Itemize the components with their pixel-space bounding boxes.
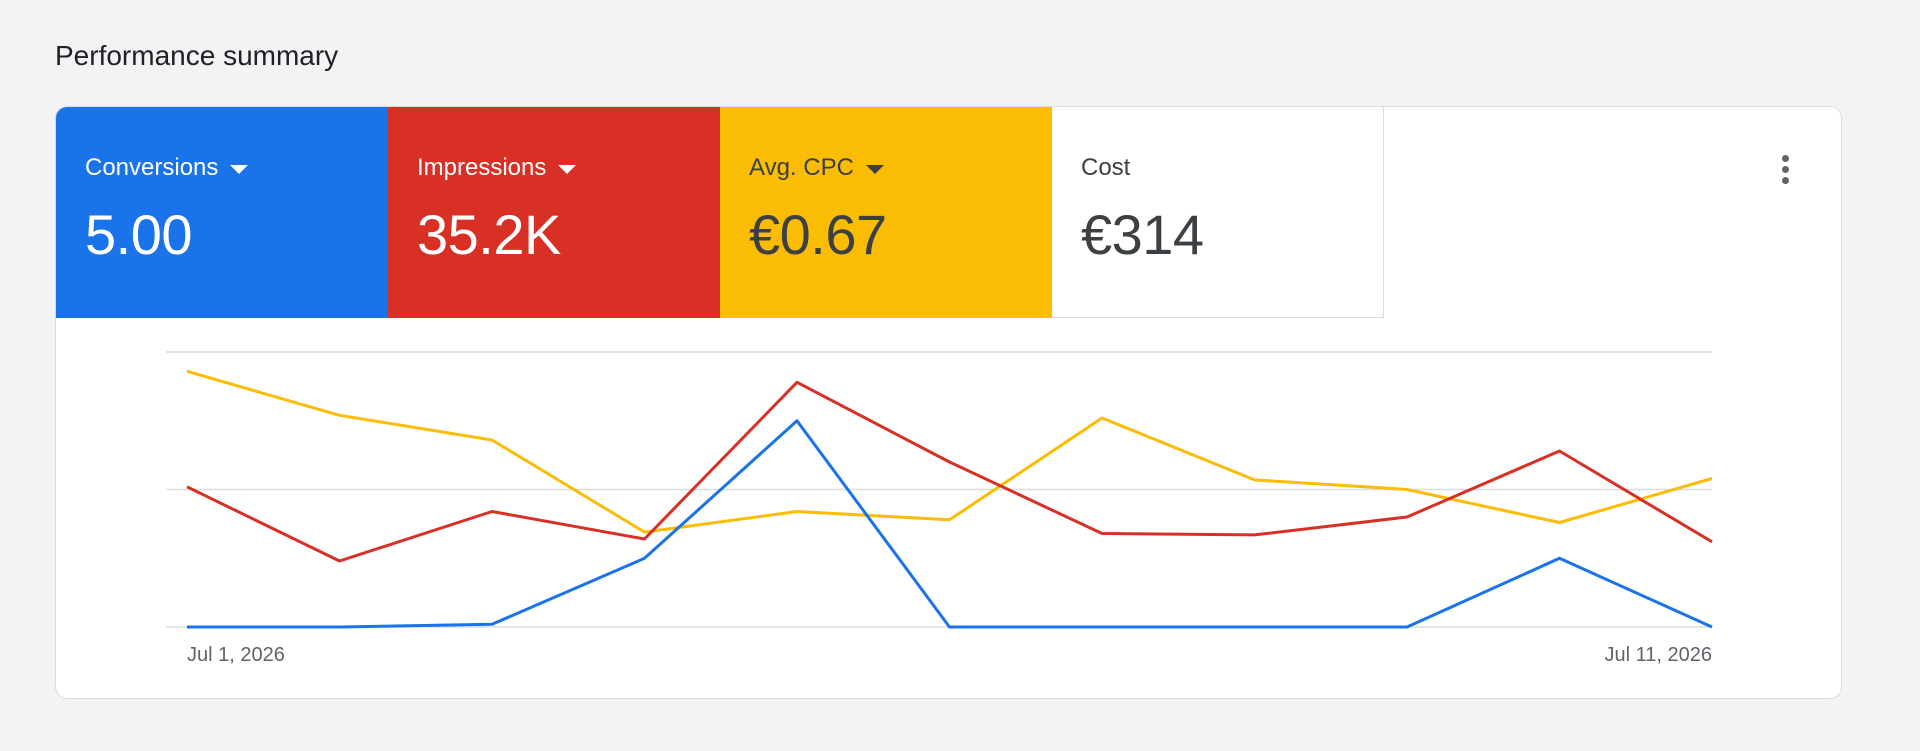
- metric-label-text: Conversions: [85, 154, 219, 181]
- metric-tile-impressions[interactable]: Impressions 35.2K: [388, 107, 720, 318]
- chart-grid: [166, 351, 1712, 628]
- metric-label-text: Cost: [1081, 154, 1131, 181]
- metric-tile-cost[interactable]: Cost €314: [1052, 107, 1384, 318]
- dropdown-arrow-icon[interactable]: [230, 164, 249, 174]
- more-options-button[interactable]: [1765, 149, 1805, 189]
- chart-x-axis: Jul 1, 2026 Jul 11, 2026: [187, 644, 1712, 666]
- series-line-avg-cpc[interactable]: [186, 369, 1713, 534]
- metric-label-text: Avg. CPC: [749, 154, 854, 181]
- series-line-conversions[interactable]: [187, 419, 1713, 629]
- page-title: Performance summary: [55, 40, 339, 71]
- more-vert-icon: [1781, 154, 1789, 162]
- metric-label: Cost: [1081, 153, 1383, 183]
- x-tick-label: Jul 1, 2026: [187, 644, 285, 666]
- chart-series: [186, 369, 1713, 629]
- metric-tiles: Conversions 5.00 Impressions 35.2K Avg. …: [56, 107, 1384, 318]
- metric-label: Avg. CPC: [749, 153, 1052, 183]
- metric-value: 35.2K: [417, 203, 561, 266]
- dropdown-arrow-icon[interactable]: [558, 164, 577, 174]
- metric-tile-avg-cpc[interactable]: Avg. CPC €0.67: [720, 107, 1052, 318]
- metric-value: €0.67: [749, 203, 887, 266]
- metric-label: Conversions: [85, 153, 388, 183]
- more-vert-icon-dot: [1781, 165, 1789, 173]
- metric-tile-conversions[interactable]: Conversions 5.00: [56, 107, 388, 318]
- more-vert-icon-dot: [1781, 176, 1789, 184]
- series-line-impressions[interactable]: [186, 380, 1713, 563]
- metric-value: 5.00: [85, 203, 193, 266]
- metric-label-text: Impressions: [417, 154, 547, 181]
- x-tick-label: Jul 11, 2026: [1605, 644, 1713, 666]
- metric-label: Impressions: [417, 153, 720, 183]
- performance-card: Jul 1, 2026 Jul 11, 2026 Conversions 5.00…: [55, 106, 1842, 699]
- dropdown-arrow-icon[interactable]: [865, 164, 884, 174]
- metric-value: €314: [1081, 203, 1204, 266]
